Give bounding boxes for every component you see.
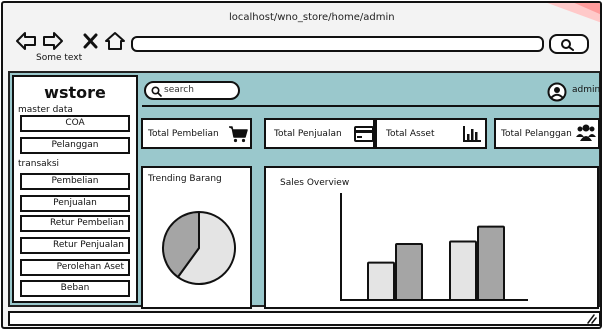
sales-panel: Sales Overview (264, 166, 599, 309)
sidebar-item-pembelian[interactable]: Pembelian (20, 173, 130, 190)
app-content: wstore master data COA Pelanggan transak… (8, 71, 600, 309)
brand-logo: wstore (44, 83, 106, 102)
sidebar-item-perolehan-aset[interactable]: Perolehan Aset (20, 259, 130, 276)
sidebar: wstore master data COA Pelanggan transak… (12, 75, 138, 303)
browser-window: localhost/wno_store/home/admin Some text… (1, 1, 602, 329)
credit-card-icon (354, 126, 374, 142)
address-bar[interactable] (131, 36, 544, 52)
sidebar-item-beban[interactable]: Beban (20, 280, 130, 297)
page-url: localhost/wno_store/home/admin (229, 12, 395, 23)
sidebar-item-penjualan[interactable]: Penjualan (20, 195, 130, 212)
card-total-penjualan[interactable]: Total Penjualan (264, 118, 375, 149)
card-label: Total Penjualan (274, 129, 342, 139)
sales-bar-chart (340, 193, 528, 301)
trending-panel: Trending Barang (141, 166, 252, 309)
sidebar-item-retur-pembelian[interactable]: Retur Pembelian (20, 215, 130, 232)
toolbar-caption: Some text (36, 53, 83, 63)
search-icon (561, 39, 574, 51)
section-label-transaksi: transaksi (18, 159, 60, 169)
bar-0-0 (367, 261, 395, 301)
search-input[interactable]: search (144, 81, 240, 100)
card-label: Total Pembelian (148, 129, 219, 139)
back-arrow-icon[interactable] (15, 31, 37, 51)
user-avatar-icon[interactable] (547, 82, 567, 102)
close-icon[interactable] (83, 33, 98, 49)
trending-pie-chart (162, 211, 236, 285)
card-label: Total Pelanggan (501, 129, 572, 139)
sidebar-item-coa[interactable]: COA (20, 115, 130, 132)
status-bar (8, 311, 600, 326)
cart-icon (229, 126, 248, 143)
corner-decoration (547, 3, 600, 23)
user-name[interactable]: admin (572, 85, 600, 95)
section-label-master-data: master data (18, 105, 73, 115)
forward-arrow-icon[interactable] (42, 31, 64, 51)
header-divider (142, 105, 600, 107)
resize-grip-icon[interactable] (585, 314, 597, 324)
bar-0-1 (395, 243, 423, 301)
address-search-button[interactable] (549, 34, 589, 54)
sidebar-item-pelanggan[interactable]: Pelanggan (20, 137, 130, 154)
bar-chart-icon (463, 126, 481, 142)
home-icon[interactable] (104, 31, 126, 51)
search-placeholder: search (164, 85, 194, 95)
card-total-pelanggan[interactable]: Total Pelanggan (494, 118, 600, 149)
bar-1-0 (449, 240, 477, 301)
bar-1-1 (477, 225, 505, 301)
search-icon (151, 86, 162, 97)
sidebar-item-retur-penjualan[interactable]: Retur Penjualan (20, 237, 130, 254)
card-total-pembelian[interactable]: Total Pembelian (141, 118, 252, 149)
users-icon (576, 124, 596, 141)
card-label: Total Asset (386, 129, 435, 139)
card-total-asset[interactable]: Total Asset (375, 118, 487, 149)
